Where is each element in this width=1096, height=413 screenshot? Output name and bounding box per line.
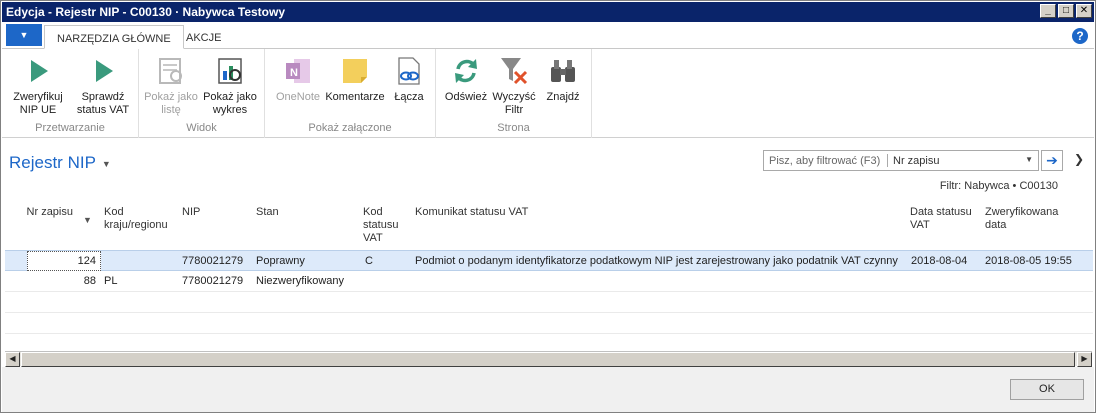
table-row[interactable]: 124 7780021279 Poprawny C Podmiot o poda… <box>5 250 1093 271</box>
play-icon <box>96 60 113 82</box>
group-label-processing: Przetwarzanie <box>35 122 105 134</box>
group-label-view: Widok <box>186 122 217 134</box>
horizontal-scrollbar[interactable]: ◀ ▶ <box>5 351 1092 367</box>
clear-filter-button[interactable]: Wyczyść Filtr <box>491 55 537 117</box>
sort-desc-icon[interactable]: ▼ <box>83 214 92 227</box>
list-view-icon <box>159 58 182 84</box>
ok-button[interactable]: OK <box>1010 379 1084 400</box>
cell-nr: 88 <box>83 275 96 287</box>
expand-chevron-icon[interactable]: ❯ <box>1074 152 1084 166</box>
window-controls: _ □ ✕ <box>1038 4 1092 18</box>
scroll-thumb[interactable] <box>21 352 1075 367</box>
arrow-right-icon: ➔ <box>1046 152 1058 168</box>
maximize-button[interactable]: □ <box>1058 4 1074 18</box>
col-header-status[interactable]: Stan <box>256 206 279 219</box>
link-icon <box>398 57 420 85</box>
svg-text:N: N <box>290 67 298 79</box>
group-attachments: N OneNote Komentarze Łącza Pokaż załączo… <box>265 49 436 138</box>
verify-nip-button[interactable]: Zweryfikuj NIP UE <box>8 55 68 117</box>
ribbon-tabs: ▼ NARZĘDZIA GŁÓWNE AKCJE ? <box>2 23 1094 49</box>
scroll-left-icon[interactable]: ◀ <box>5 352 20 367</box>
col-header-vat-code[interactable]: Kod statusu VAT <box>363 206 407 245</box>
binoculars-icon <box>551 60 575 82</box>
tab-home[interactable]: NARZĘDZIA GŁÓWNE <box>44 25 184 49</box>
col-header-country[interactable]: Kod kraju/regionu <box>104 206 176 232</box>
cell-verified-date: 2018-08-05 19:55 <box>985 255 1072 267</box>
tab-actions[interactable]: AKCJE <box>174 25 233 49</box>
help-icon[interactable]: ? <box>1072 28 1088 44</box>
group-label-page: Strona <box>497 122 530 134</box>
window-title: Edycja - Rejestr NIP - C00130 · Nabywca … <box>6 5 286 19</box>
cell-country: PL <box>104 275 118 287</box>
cell-status: Poprawny <box>256 255 305 267</box>
group-label-attachments: Pokaż załączone <box>308 122 392 134</box>
scroll-right-icon[interactable]: ▶ <box>1077 352 1092 367</box>
table-row-empty <box>5 292 1093 313</box>
links-button[interactable]: Łącza <box>389 55 429 104</box>
col-header-nr[interactable]: Nr zapisu <box>25 206 73 219</box>
group-processing: Zweryfikuj NIP UE Sprawdź status VAT Prz… <box>2 49 139 138</box>
search-input[interactable]: Pisz, aby filtrować (F3) Nr zapisu ▼ <box>763 150 1039 171</box>
col-header-vat-date[interactable]: Data statusu VAT <box>910 206 976 232</box>
cell-nip: 7780021279 <box>182 255 244 267</box>
title-bar: Edycja - Rejestr NIP - C00130 · Nabywca … <box>2 2 1094 22</box>
col-header-nip[interactable]: NIP <box>182 206 200 219</box>
search-field-select[interactable]: Nr zapisu <box>893 155 939 167</box>
app-menu-button[interactable]: ▼ <box>6 24 42 46</box>
cell-vat-message: Podmiot o podanym identyfikatorze podatk… <box>415 255 898 267</box>
close-button[interactable]: ✕ <box>1076 4 1092 18</box>
col-header-verified-date[interactable]: Zweryfikowana data <box>985 206 1075 232</box>
minimize-button[interactable]: _ <box>1040 4 1056 18</box>
group-view: Pokaż jako listę Pokaż jako wykres Widok <box>139 49 265 138</box>
show-as-chart-button[interactable]: Pokaż jako wykres <box>199 55 261 117</box>
onenote-button[interactable]: N OneNote <box>271 55 325 104</box>
cell-nip: 7780021279 <box>182 275 244 287</box>
table-header: Nr zapisu ▼ Kod kraju/regionu NIP Stan K… <box>5 206 1093 250</box>
filter-status: Filtr: Nabywca • C00130 <box>939 180 1058 192</box>
refresh-button[interactable]: Odśwież <box>442 55 490 104</box>
show-as-list-button[interactable]: Pokaż jako listę <box>143 55 199 117</box>
search-divider <box>887 154 888 167</box>
cell-status: Niezweryfikowany <box>256 275 345 287</box>
check-vat-status-button[interactable]: Sprawdź status VAT <box>72 55 134 117</box>
window: Edycja - Rejestr NIP - C00130 · Nabywca … <box>0 0 1096 413</box>
cell-vat-code: C <box>365 255 373 267</box>
chevron-down-icon: ▼ <box>101 158 111 169</box>
search-go-button[interactable]: ➔ <box>1041 150 1063 171</box>
table-row-empty <box>5 313 1093 334</box>
col-header-vat-message[interactable]: Komunikat statusu VAT <box>415 206 528 219</box>
search-placeholder: Pisz, aby filtrować (F3) <box>769 155 881 167</box>
ribbon: Zweryfikuj NIP UE Sprawdź status VAT Prz… <box>2 49 1094 138</box>
play-icon <box>31 60 48 82</box>
cell-nr: 124 <box>77 255 96 267</box>
comments-button[interactable]: Komentarze <box>324 55 386 104</box>
group-page: Odśwież Wyczyść Filtr Znajdź Strona <box>436 49 592 138</box>
cell-vat-date: 2018-08-04 <box>911 255 968 267</box>
table-row[interactable]: 88 PL 7780021279 Niezweryfikowany <box>5 271 1093 292</box>
chevron-down-icon[interactable]: ▼ <box>1025 155 1033 164</box>
refresh-icon <box>455 59 477 83</box>
find-button[interactable]: Znajdź <box>540 55 586 104</box>
page-title[interactable]: Rejestr NIP ▼ <box>9 153 111 173</box>
clear-filter-icon <box>501 58 528 85</box>
footer: OK <box>2 367 1094 412</box>
onenote-icon: N <box>286 59 310 83</box>
chart-view-icon <box>218 58 242 84</box>
note-icon <box>343 59 367 83</box>
